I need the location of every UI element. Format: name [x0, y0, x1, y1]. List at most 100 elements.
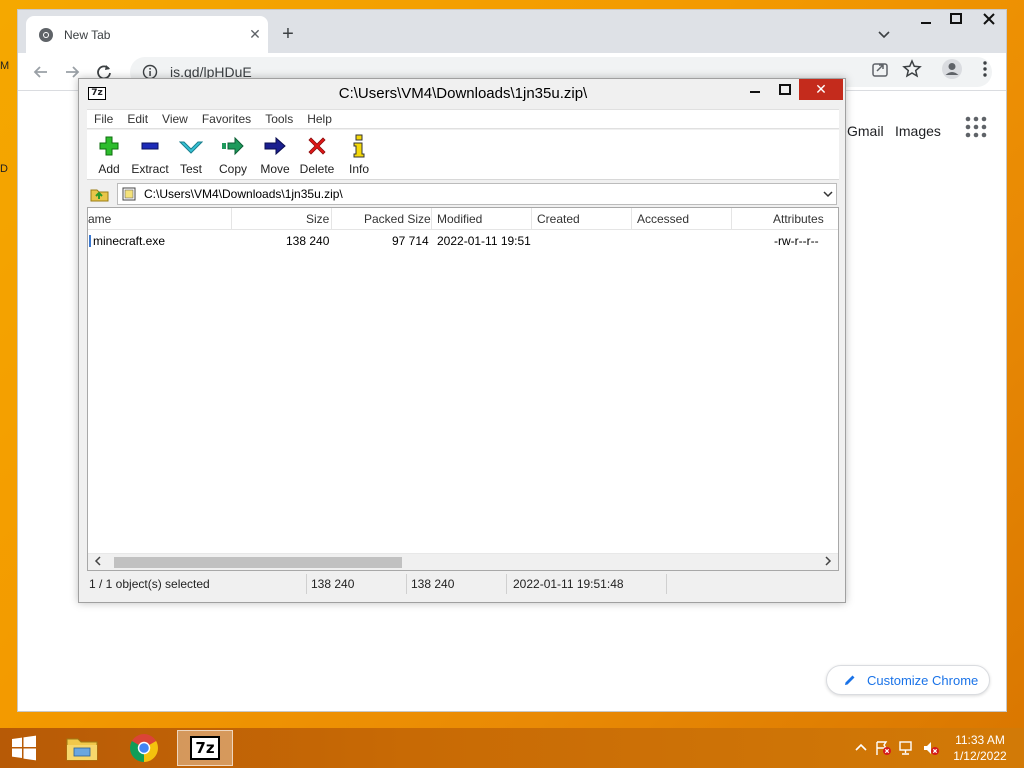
window-close-button[interactable]	[974, 12, 1004, 36]
scrollbar-thumb[interactable]	[114, 557, 402, 568]
minimize-icon[interactable]	[744, 79, 766, 101]
minus-icon	[141, 142, 159, 150]
menu-view[interactable]: View	[155, 112, 195, 126]
new-tab-button[interactable]: +	[276, 23, 300, 47]
share-icon[interactable]	[869, 58, 891, 80]
path-text: C:\Users\VM4\Downloads\1jn35u.zip\	[144, 187, 343, 201]
status-packed: 138 240	[407, 574, 507, 594]
add-label: Add	[98, 162, 120, 176]
tab-new-tab[interactable]: New Tab ✕	[26, 16, 268, 53]
clock-time: 11:33 AM	[955, 733, 1005, 747]
menu-favorites[interactable]: Favorites	[195, 112, 258, 126]
delete-button[interactable]: Delete	[295, 133, 339, 176]
scroll-left-icon[interactable]	[91, 556, 105, 569]
move-label: Move	[260, 162, 290, 176]
desktop-icon-label: D	[0, 163, 8, 175]
file-type-icon	[89, 235, 91, 247]
kebab-menu-icon[interactable]	[974, 58, 996, 80]
maximize-icon[interactable]	[774, 79, 796, 101]
copy-arrow-icon	[222, 136, 244, 156]
show-hidden-icons-chevron-icon[interactable]	[852, 740, 870, 756]
minimize-icon	[921, 22, 931, 24]
customize-chrome-label: Customize Chrome	[867, 672, 979, 688]
add-button[interactable]: Add	[87, 133, 131, 176]
column-modified[interactable]: Modified	[437, 212, 482, 226]
tab-title: New Tab	[64, 27, 111, 42]
file-size: 138 240	[286, 234, 330, 248]
address-row: C:\Users\VM4\Downloads\1jn35u.zip\	[87, 183, 839, 205]
copy-button[interactable]: Copy	[211, 133, 255, 176]
info-i-icon	[353, 134, 365, 158]
back-arrow-icon[interactable]	[30, 61, 52, 83]
start-button[interactable]	[0, 728, 48, 768]
menu-edit[interactable]: Edit	[120, 112, 155, 126]
windows-logo-icon	[12, 735, 36, 761]
taskbar-file-explorer[interactable]	[54, 730, 110, 766]
menu-help[interactable]: Help	[300, 112, 339, 126]
close-button[interactable]: ✕	[799, 79, 843, 100]
column-accessed[interactable]: Accessed	[637, 212, 689, 226]
extract-button[interactable]: Extract	[128, 133, 172, 176]
path-combobox[interactable]: C:\Users\VM4\Downloads\1jn35u.zip\	[117, 183, 837, 205]
file-list: ame Size Packed Size Modified Created Ac…	[87, 207, 839, 571]
volume-muted-icon[interactable]	[922, 740, 940, 756]
delete-x-icon	[308, 137, 326, 155]
taskbar-chrome[interactable]	[116, 730, 172, 766]
test-label: Test	[179, 162, 202, 176]
column-created[interactable]: Created	[537, 212, 580, 226]
info-label: Info	[348, 162, 369, 176]
status-bar: 1 / 1 object(s) selected 138 240 138 240…	[87, 574, 839, 594]
maximize-icon	[950, 13, 962, 24]
seven-zip-toolbar: Add Extract Test Copy Move Delete Info	[87, 130, 839, 180]
column-packed-size[interactable]: Packed Size	[364, 212, 431, 226]
table-row[interactable]: minecraft.exe 138 240 97 714 2022-01-11 …	[88, 232, 838, 250]
customize-chrome-button[interactable]: Customize Chrome	[826, 665, 990, 695]
close-icon	[983, 13, 995, 25]
window-minimize-button[interactable]	[912, 12, 940, 36]
horizontal-scrollbar[interactable]	[88, 553, 838, 570]
folder-up-icon[interactable]	[89, 184, 111, 204]
menu-bar: File Edit View Favorites Tools Help	[87, 109, 839, 129]
scroll-right-icon[interactable]	[821, 556, 835, 569]
bookmark-star-icon[interactable]	[901, 58, 923, 80]
window-title: C:\Users\VM4\Downloads\1jn35u.zip\	[338, 85, 588, 102]
status-selection: 1 / 1 object(s) selected	[87, 574, 307, 594]
menu-file[interactable]: File	[87, 112, 120, 126]
chrome-logo-icon	[130, 734, 158, 762]
profile-avatar-icon[interactable]	[941, 58, 963, 80]
images-link[interactable]: Images	[895, 123, 941, 139]
window-maximize-button[interactable]	[942, 12, 970, 36]
seven-zip-window: 7z C:\Users\VM4\Downloads\1jn35u.zip\ ✕ …	[78, 78, 846, 603]
system-clock[interactable]: 11:33 AM 1/12/2022	[944, 732, 1016, 764]
status-modified: 2022-01-11 19:51:48	[507, 574, 667, 594]
info-button[interactable]: Info	[337, 133, 381, 176]
column-size[interactable]: Size	[306, 212, 329, 226]
pencil-icon	[845, 675, 855, 685]
delete-label: Delete	[299, 162, 335, 176]
chevron-down-icon[interactable]	[820, 187, 836, 201]
taskbar: 7z 11:33 AM 1/12/2022	[0, 728, 1024, 768]
seven-zip-taskbar-icon: 7z	[190, 736, 220, 760]
plus-icon	[99, 136, 119, 156]
gmail-link[interactable]: Gmail	[847, 123, 884, 139]
status-size: 138 240	[307, 574, 407, 594]
column-name[interactable]: ame	[88, 212, 111, 226]
test-button[interactable]: Test	[169, 133, 213, 176]
google-apps-grid-icon[interactable]	[963, 114, 989, 140]
column-attributes[interactable]: Attributes	[773, 212, 824, 226]
action-center-flag-icon[interactable]	[874, 740, 892, 756]
taskbar-7zip[interactable]: 7z	[177, 730, 233, 766]
network-icon[interactable]	[898, 740, 916, 756]
menu-tools[interactable]: Tools	[258, 112, 300, 126]
folder-icon	[66, 738, 98, 761]
tab-close-icon[interactable]: ✕	[242, 26, 268, 43]
move-button[interactable]: Move	[253, 133, 297, 176]
file-packed-size: 97 714	[392, 234, 429, 248]
test-checkmark-icon	[179, 141, 203, 154]
chrome-tab-strip: New Tab ✕ +	[18, 10, 1006, 53]
chrome-favicon-icon	[39, 27, 53, 42]
clock-date: 1/12/2022	[953, 749, 1007, 763]
move-arrow-icon	[264, 136, 286, 156]
tab-search-chevron-icon[interactable]	[876, 26, 892, 42]
file-attributes: -rw-r--r--	[774, 234, 819, 248]
